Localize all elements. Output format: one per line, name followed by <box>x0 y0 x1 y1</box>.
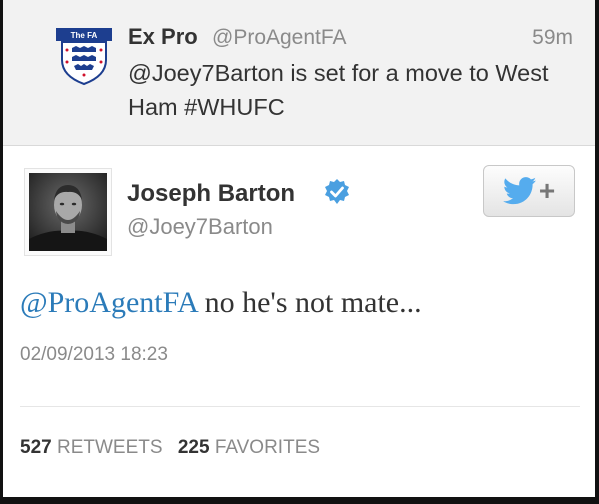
twitter-bird-icon <box>502 177 537 205</box>
parent-author-name[interactable]: Ex Pro <box>128 24 198 50</box>
favorites-count[interactable]: 225 <box>178 437 210 458</box>
follow-plus-icon: + <box>538 175 556 206</box>
parent-tweet-time: 59m <box>532 26 573 49</box>
tweet-timestamp[interactable]: 02/09/2013 18:23 <box>20 344 168 366</box>
avatar-photo <box>29 173 107 251</box>
reply-body: no he's not mate... <box>197 286 422 319</box>
parent-author-handle[interactable]: @ProAgentFA <box>212 26 347 50</box>
main-author-name[interactable]: Joseph Barton <box>127 180 295 208</box>
stats-divider <box>20 406 580 407</box>
avatar[interactable] <box>24 168 112 256</box>
favorites-label[interactable]: FAVORITES <box>215 437 320 458</box>
follow-button[interactable]: + <box>483 165 575 217</box>
reply-tweet-text: @ProAgentFA no he's not mate... <box>20 286 422 320</box>
svg-text:The FA: The FA <box>71 31 98 40</box>
reply-mention-link[interactable]: @ProAgentFA <box>20 286 197 319</box>
frame-right-border <box>595 0 599 504</box>
verified-badge-icon <box>325 179 349 204</box>
parent-tweet[interactable]: The FA Ex Pro @ProAgentFA 59m @Joey7Bart… <box>3 0 595 146</box>
frame-bottom-border <box>0 497 599 504</box>
main-tweet: Joseph Barton @Joey7Barton + @ProAgentFA… <box>3 146 595 497</box>
main-author-handle[interactable]: @Joey7Barton <box>127 214 273 240</box>
fa-crest-logo[interactable]: The FA <box>54 26 114 86</box>
retweets-count[interactable]: 527 <box>20 437 52 458</box>
retweets-label[interactable]: RETWEETS <box>57 437 163 458</box>
parent-tweet-text: @Joey7Barton is set for a move to West H… <box>128 60 549 120</box>
tweet-stats: 527 RETWEETS 225 FAVORITES <box>20 437 320 459</box>
